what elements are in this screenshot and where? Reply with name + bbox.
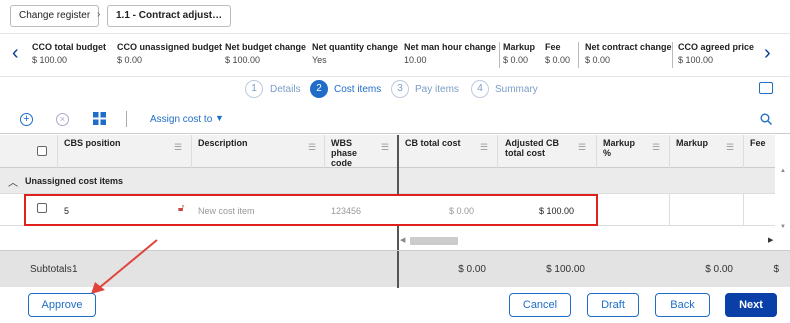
column-menu-icon[interactable]: ☰ [652, 142, 660, 153]
column-divider [596, 135, 597, 168]
toolbar-divider [126, 111, 127, 127]
subtotal-cb-total-cost: $ 0.00 [458, 264, 486, 275]
step-4-circle[interactable]: 4 [471, 80, 489, 98]
breadcrumb-change-register[interactable]: Change register [10, 5, 100, 27]
chevron-right-icon[interactable]: › [764, 43, 771, 63]
grid-view-icon[interactable] [93, 112, 106, 125]
scroll-thumb[interactable] [410, 237, 458, 245]
group-row-unassigned[interactable]: ︿ Unassigned cost items [0, 168, 775, 194]
add-icon[interactable]: + [20, 113, 33, 126]
collapse-chevron-icon[interactable]: ︿ [8, 174, 18, 189]
column-divider [397, 135, 399, 168]
column-divider [57, 135, 58, 168]
subtotal-markup: $ 0.00 [705, 264, 733, 275]
remove-icon[interactable]: × [56, 113, 69, 126]
col-cb-total-cost[interactable]: CB total cost [405, 138, 461, 148]
breadcrumb-contract-adjust[interactable]: 1.1 - Contract adjust… [107, 5, 232, 27]
summary-divider [499, 42, 500, 68]
column-divider [191, 135, 192, 168]
summary-bar: CCO total budget $ 100.00 CCO unassigned … [0, 33, 790, 77]
wizard-steps: 1 Details 2 Cost items 3 Pay items 4 Sum… [0, 78, 790, 100]
column-divider [669, 135, 670, 168]
cancel-button[interactable]: Cancel [509, 293, 571, 317]
summary-net-contract-change: Net contract change $ 0.00 [585, 42, 672, 65]
step-2-circle[interactable]: 2 [310, 80, 328, 98]
summary-markup: Markup $ 0.00 [503, 42, 536, 65]
subtotal-adjusted-cb-total-cost: $ 100.00 [546, 264, 585, 275]
summary-cco-unassigned-budget: CCO unassigned budget $ 0.00 [117, 42, 223, 65]
col-markup-percent[interactable]: Markup % [603, 138, 635, 158]
col-markup-pct-line: % [603, 148, 612, 158]
col-fee[interactable]: Fee [750, 138, 766, 148]
group-label: Unassigned cost items [25, 176, 124, 186]
col-markup[interactable]: Markup [676, 138, 708, 148]
column-menu-icon[interactable]: ☰ [174, 142, 182, 153]
step-1-circle[interactable]: 1 [245, 80, 263, 98]
next-button[interactable]: Next [725, 293, 777, 317]
col-adjusted-line: total cost [505, 148, 546, 158]
column-menu-icon[interactable]: ☰ [308, 142, 316, 153]
column-divider [497, 135, 498, 168]
step-details-label[interactable]: Details [270, 84, 301, 95]
col-wbs-line: phase [331, 148, 358, 158]
grid-header: CBS position ☰ Description ☰ WBS phase c… [0, 135, 775, 168]
subtotals-label: Subtotals [30, 264, 72, 275]
frozen-column-divider [397, 251, 399, 288]
annotation-arrow [91, 239, 158, 294]
scroll-right-icon[interactable]: ▶ [768, 236, 773, 244]
column-divider [743, 194, 744, 226]
grid-toolbar: + × Assign cost to ▼ [0, 104, 790, 134]
highlight-box [24, 194, 598, 226]
step-summary-label[interactable]: Summary [495, 84, 538, 95]
summary-net-quantity-change: Net quantity change Yes [312, 42, 399, 65]
step-pay-items-label[interactable]: Pay items [415, 84, 459, 95]
search-icon[interactable] [760, 113, 772, 128]
assign-cost-to-dropdown[interactable]: Assign cost to [150, 114, 212, 125]
summary-net-man-hour-change: Net man hour change 10.00 [404, 42, 497, 65]
comment-icon[interactable] [759, 82, 773, 94]
summary-divider [578, 42, 579, 68]
back-button[interactable]: Back [655, 293, 710, 317]
approve-button[interactable]: Approve [28, 293, 96, 317]
col-adjusted-cb-total-cost[interactable]: Adjusted CB total cost [505, 138, 559, 158]
column-divider [743, 135, 744, 168]
subtotals-count: 1 [72, 264, 78, 275]
column-menu-icon[interactable]: ☰ [480, 142, 488, 153]
scroll-up-icon[interactable]: ▲ [780, 168, 786, 174]
vertical-scrollbar[interactable]: ▲ ▼ [778, 168, 788, 232]
column-divider [669, 194, 670, 226]
column-menu-icon[interactable]: ☰ [578, 142, 586, 153]
col-cbs-position[interactable]: CBS position [64, 138, 121, 148]
breadcrumb-separator: › [97, 9, 101, 20]
chevron-left-icon[interactable]: ‹ [12, 43, 19, 63]
summary-cco-agreed-price: CCO agreed price $ 100.00 [678, 42, 755, 65]
step-cost-items-label[interactable]: Cost items [334, 84, 381, 95]
column-menu-icon[interactable]: ☰ [726, 142, 734, 153]
summary-cco-total-budget: CCO total budget $ 100.00 [32, 42, 106, 65]
horizontal-scrollbar[interactable]: ◀ ▶ [398, 234, 778, 248]
col-wbs-line: code [331, 158, 353, 168]
step-3-circle[interactable]: 3 [391, 80, 409, 98]
col-adjusted-line: Adjusted CB [505, 138, 559, 148]
summary-fee: Fee $ 0.00 [545, 42, 571, 65]
col-wbs-line: WBS [331, 138, 352, 148]
column-divider [324, 135, 325, 168]
subtotal-fee: $ [773, 264, 779, 275]
summary-divider [672, 42, 673, 68]
col-markup-pct-line: Markup [603, 138, 636, 148]
summary-net-budget-change: Net budget change $ 100.00 [225, 42, 307, 65]
dropdown-caret-icon[interactable]: ▼ [215, 113, 224, 123]
col-wbs-phase-code[interactable]: WBS phase code [331, 138, 357, 168]
scroll-left-icon[interactable]: ◀ [400, 236, 405, 244]
column-menu-icon[interactable]: ☰ [381, 142, 389, 153]
select-all-checkbox[interactable] [37, 146, 47, 156]
col-description[interactable]: Description [198, 138, 248, 148]
draft-button[interactable]: Draft [587, 293, 639, 317]
scroll-down-icon[interactable]: ▼ [780, 224, 786, 230]
